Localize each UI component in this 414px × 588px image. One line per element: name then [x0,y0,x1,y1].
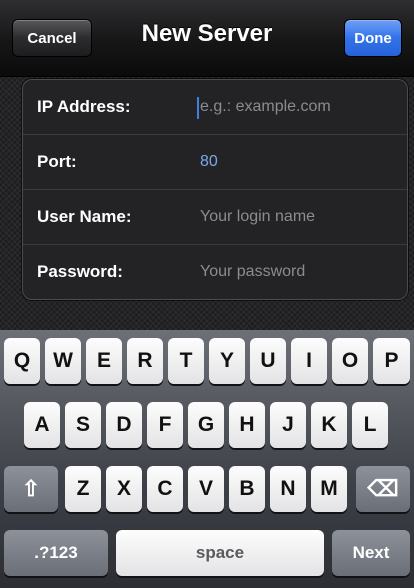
key-h[interactable]: H [229,402,265,448]
key-y[interactable]: Y [209,338,245,384]
key-z[interactable]: Z [65,466,101,512]
key-q[interactable]: Q [4,338,40,384]
ip-address-field[interactable]: e.g.: example.com [200,80,331,134]
key-j[interactable]: J [270,402,306,448]
backspace-icon: ⌫ [367,476,399,501]
user-name-row[interactable]: User Name: Your login name [23,190,407,245]
delete-key[interactable]: ⌫ [356,466,410,512]
key-e[interactable]: E [86,338,122,384]
key-r[interactable]: R [127,338,163,384]
key-s[interactable]: S [65,402,101,448]
ip-address-row[interactable]: IP Address: e.g.: example.com [23,80,407,135]
key-g[interactable]: G [188,402,224,448]
key-t[interactable]: T [168,338,204,384]
port-label: Port: [37,152,77,171]
next-key[interactable]: Next [332,530,410,576]
shift-icon: ⇧ [21,476,41,501]
ip-address-label: IP Address: [37,97,131,116]
key-d[interactable]: D [106,402,142,448]
key-c[interactable]: C [147,466,183,512]
numbers-key[interactable]: .?123 [4,530,108,576]
form-area: IP Address: e.g.: example.com Port: 80 U… [0,77,414,330]
key-o[interactable]: O [332,338,368,384]
port-field[interactable]: 80 [200,135,218,189]
key-x[interactable]: X [106,466,142,512]
key-n[interactable]: N [270,466,306,512]
key-u[interactable]: U [250,338,286,384]
shift-key[interactable]: ⇧ [4,466,58,512]
navigation-bar: Cancel New Server Done [0,0,414,77]
text-cursor [197,97,199,119]
key-a[interactable]: A [24,402,60,448]
done-button[interactable]: Done [344,19,402,57]
key-p[interactable]: P [373,338,410,384]
user-name-field[interactable]: Your login name [200,190,315,244]
user-name-label: User Name: [37,207,132,226]
password-row[interactable]: Password: Your password [23,245,407,299]
password-field[interactable]: Your password [200,245,305,299]
key-f[interactable]: F [147,402,183,448]
port-row[interactable]: Port: 80 [23,135,407,190]
on-screen-keyboard: Q W E R T Y U I O P A S D F G H J K L ⇧ … [0,330,414,588]
key-v[interactable]: V [188,466,224,512]
key-k[interactable]: K [311,402,347,448]
key-b[interactable]: B [229,466,265,512]
password-label: Password: [37,262,123,281]
key-m[interactable]: M [311,466,347,512]
server-form: IP Address: e.g.: example.com Port: 80 U… [22,79,408,300]
key-l[interactable]: L [352,402,388,448]
space-key[interactable]: space [116,530,324,576]
key-w[interactable]: W [45,338,81,384]
key-i[interactable]: I [291,338,327,384]
